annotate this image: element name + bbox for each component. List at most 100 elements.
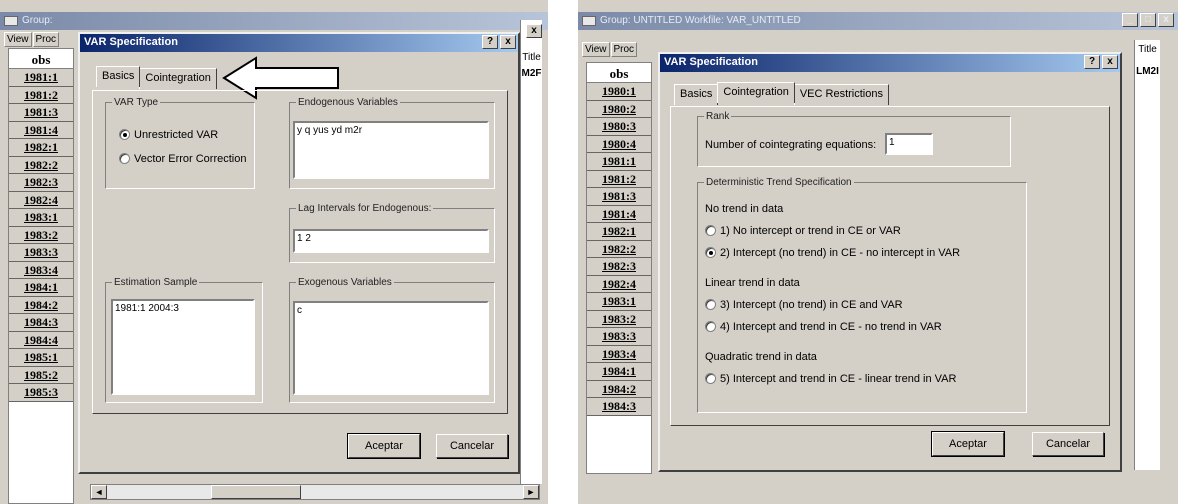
var-spec-dialog: VAR Specification ? x Basics Cointegratio…	[78, 32, 520, 474]
obs-row[interactable]: 1983:3	[9, 244, 73, 262]
dialog-titlebar: VAR Specification ? x	[80, 34, 518, 52]
radio-empty-icon	[705, 225, 716, 236]
obs-row[interactable]: 1980:3	[587, 118, 651, 136]
radio-label: 4) Intercept and trend in CE - no trend …	[720, 321, 942, 333]
cancelar-button[interactable]: Cancelar	[1032, 432, 1104, 456]
radio-trend-option-3[interactable]: 3) Intercept (no trend) in CE and VAR	[705, 299, 903, 311]
horizontal-scrollbar[interactable]: ◄ ►	[90, 484, 540, 500]
obs-row[interactable]: 1981:3	[9, 104, 73, 122]
obs-row[interactable]: 1985:3	[9, 384, 73, 402]
obs-row[interactable]: 1983:4	[9, 261, 73, 279]
sample-input[interactable]: 1981:1 2004:3	[111, 299, 255, 395]
scroll-right-icon[interactable]: ►	[523, 485, 539, 499]
dialog-title: VAR Specification	[664, 56, 758, 68]
aceptar-button[interactable]: Aceptar	[931, 431, 1005, 457]
radio-unrestricted-var[interactable]: Unrestricted VAR	[119, 129, 218, 141]
obs-row[interactable]: 1980:4	[587, 135, 651, 153]
menu-view[interactable]: View	[582, 42, 610, 57]
obs-row[interactable]: 1981:4	[9, 121, 73, 139]
obs-row[interactable]: 1980:2	[587, 100, 651, 118]
scroll-left-icon[interactable]: ◄	[91, 485, 107, 499]
obs-row[interactable]: 1983:4	[587, 345, 651, 363]
radio-label: 1) No intercept or trend in CE or VAR	[720, 225, 901, 237]
right-screenshot-panel: Group: UNTITLED Workfile: VAR_UNTITLED _…	[578, 0, 1178, 504]
obs-row[interactable]: 1982:1	[9, 139, 73, 157]
obs-row[interactable]: 1982:2	[9, 156, 73, 174]
obs-row[interactable]: 1982:4	[9, 191, 73, 209]
scroll-thumb[interactable]	[211, 485, 301, 499]
series-column: Title LM2I	[1134, 40, 1160, 470]
radio-empty-icon	[705, 299, 716, 310]
var-spec-dialog: VAR Specification ? x Basics Cointegratio…	[658, 52, 1122, 472]
tab-strip: Basics Cointegration	[96, 66, 217, 89]
obs-row[interactable]: 1981:1	[587, 153, 651, 171]
radio-label: 3) Intercept (no trend) in CE and VAR	[720, 299, 903, 311]
tab-basics[interactable]: Basics	[674, 84, 719, 105]
lag-input[interactable]: 1 2	[293, 229, 489, 253]
obs-row[interactable]: 1984:2	[587, 380, 651, 398]
tab-cointegration[interactable]: Cointegration	[139, 68, 217, 89]
radio-vector-error-correction[interactable]: Vector Error Correction	[119, 153, 246, 165]
obs-column: obs 1980:1 1980:2 1980:3 1980:4 1981:1 1981:2…	[586, 62, 652, 474]
exogenous-input[interactable]: c	[293, 301, 489, 395]
obs-row[interactable]: 1982:2	[587, 240, 651, 258]
obs-row[interactable]: 1984:3	[587, 398, 651, 416]
obs-row[interactable]: 1981:3	[587, 188, 651, 206]
obs-row[interactable]: 1981:2	[9, 86, 73, 104]
obs-row[interactable]: 1982:3	[9, 174, 73, 192]
group-close-button[interactable]: x	[526, 24, 542, 38]
series-name-header: LM2I	[1136, 66, 1159, 77]
radio-trend-option-4[interactable]: 4) Intercept and trend in CE - no trend …	[705, 321, 942, 333]
obs-row[interactable]: 1982:4	[587, 275, 651, 293]
obs-row[interactable]: 1981:1	[9, 69, 73, 87]
obs-row[interactable]: 1984:2	[9, 296, 73, 314]
endogenous-input[interactable]: y q yus yd m2r	[293, 121, 489, 179]
maximize-icon[interactable]: □	[1140, 13, 1156, 27]
obs-row[interactable]: 1984:3	[9, 314, 73, 332]
menu-view[interactable]: View	[4, 32, 32, 47]
radio-selected-icon	[119, 129, 130, 140]
obs-row[interactable]: 1984:1	[587, 363, 651, 381]
obs-row[interactable]: 1983:3	[587, 328, 651, 346]
radio-empty-icon	[705, 373, 716, 384]
obs-row[interactable]: 1983:1	[9, 209, 73, 227]
obs-row[interactable]: 1985:2	[9, 366, 73, 384]
radio-trend-option-5[interactable]: 5) Intercept and trend in CE - linear tr…	[705, 373, 956, 385]
window-system-icon	[4, 16, 18, 26]
radio-label: Unrestricted VAR	[134, 129, 219, 141]
obs-row[interactable]: 1982:1	[587, 223, 651, 241]
obs-row[interactable]: 1980:1	[587, 83, 651, 101]
radio-selected-icon	[705, 247, 716, 258]
tab-cointegration[interactable]: Cointegration	[717, 82, 795, 103]
menu-proc[interactable]: Proc	[610, 42, 638, 57]
obs-column: obs 1981:1 1981:2 1981:3 1981:4 1982:1 1982:2…	[8, 48, 74, 504]
obs-row[interactable]: 1982:3	[587, 258, 651, 276]
tab-vec-restrictions[interactable]: VEC Restrictions	[793, 84, 889, 105]
dialog-title: VAR Specification	[84, 36, 178, 48]
rank-input[interactable]: 1	[885, 133, 933, 155]
obs-row[interactable]: 1981:4	[587, 205, 651, 223]
menu-proc[interactable]: Proc	[32, 32, 60, 47]
obs-row[interactable]: 1985:1	[9, 349, 73, 367]
help-button[interactable]: ?	[1084, 55, 1100, 69]
obs-row[interactable]: 1983:1	[587, 293, 651, 311]
tab-basics[interactable]: Basics	[96, 66, 141, 87]
obs-row[interactable]: 1981:2	[587, 170, 651, 188]
aceptar-button[interactable]: Aceptar	[347, 433, 421, 459]
dialog-close-button[interactable]: x	[500, 35, 516, 49]
minimize-icon[interactable]: _	[1122, 13, 1138, 27]
close-icon[interactable]: x	[1158, 13, 1174, 27]
radio-trend-option-2[interactable]: 2) Intercept (no trend) in CE - no inter…	[705, 247, 960, 259]
obs-row[interactable]: 1984:1	[9, 279, 73, 297]
trend-legend: Deterministic Trend Specification	[706, 177, 852, 188]
help-button[interactable]: ?	[482, 35, 498, 49]
series-name-header: M2F	[521, 68, 542, 79]
dialog-close-button[interactable]: x	[1102, 55, 1118, 69]
obs-row[interactable]: 1983:2	[587, 310, 651, 328]
group-window-title: Group:	[22, 15, 53, 26]
obs-row[interactable]: 1984:4	[9, 331, 73, 349]
radio-label: 2) Intercept (no trend) in CE - no inter…	[720, 247, 961, 259]
cancelar-button[interactable]: Cancelar	[436, 434, 508, 458]
radio-trend-option-1[interactable]: 1) No intercept or trend in CE or VAR	[705, 225, 901, 237]
obs-row[interactable]: 1983:2	[9, 226, 73, 244]
